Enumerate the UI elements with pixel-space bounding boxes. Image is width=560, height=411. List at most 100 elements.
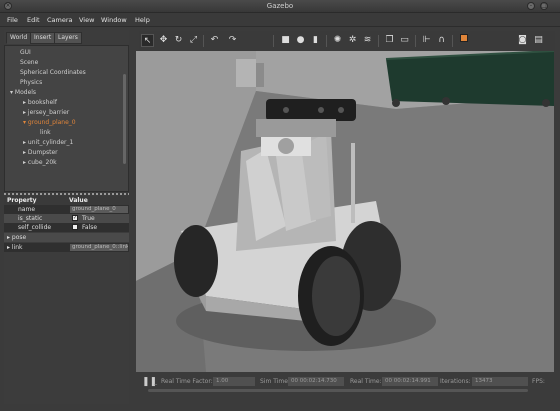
properties-table: Property Value name ground_plane_0 is_st… [4,196,129,256]
left-panel: World Insert Layers GUI Scene Spherical … [4,30,129,404]
tree-scrollbar[interactable] [123,74,126,164]
cylinder-icon[interactable]: ▮ [309,34,322,47]
maximize-window-button[interactable]: □ [540,2,548,10]
camera-lens [338,107,344,113]
camera-lens [318,107,324,113]
antenna-pole [351,143,355,223]
wheel-hub [312,256,360,336]
dumpster-wheel [392,99,400,107]
rotate-icon[interactable]: ↻ [172,34,185,47]
fps-label: FPS: [532,378,545,385]
scale-icon[interactable]: ⤢ [187,34,200,47]
iterations-label: Iterations: [440,378,471,385]
panel-splitter[interactable] [4,193,129,195]
step-label[interactable]: _ [154,378,157,385]
tree-item-ground-plane[interactable]: ▾ ground_plane_0 [23,119,76,126]
property-row-is-static[interactable]: is_static ✓ True [4,214,129,223]
tab-insert[interactable]: Insert [30,32,56,44]
world-tree: GUI Scene Spherical Coordinates Physics … [4,45,129,192]
undo-icon[interactable]: ↶ [208,34,221,47]
tab-world[interactable]: World [6,32,32,44]
tab-layers[interactable]: Layers [54,32,82,44]
tree-item-cube[interactable]: ▸ cube_20k [23,159,57,166]
pose-expander[interactable]: ▸ pose [7,234,26,241]
align-icon[interactable]: ⊩ [420,34,433,47]
property-name: self_collide [18,224,52,231]
tree-item-spherical-coordinates[interactable]: Spherical Coordinates [20,69,86,76]
screenshot-icon[interactable]: ◙ [516,34,529,47]
bookshelf-side [256,63,264,87]
tree-item-label: bookshelf [27,99,57,106]
tree-item-physics[interactable]: Physics [20,79,42,86]
camera-lens [283,107,289,113]
tree-item-jersey-barrier[interactable]: ▸ jersey_barrier [23,109,69,116]
tree-item-models[interactable]: ▾ Models [10,89,36,96]
toolbar-separator [326,35,327,47]
copy-icon[interactable]: ❐ [383,34,396,47]
tree-item-unit-cylinder[interactable]: ▸ unit_cylinder_1 [23,139,73,146]
box-icon[interactable]: ■ [279,34,292,47]
is-static-checkbox[interactable]: ✓ [72,215,78,221]
menu-bar: File Edit Camera View Window Help [0,13,560,27]
property-row-self-collide[interactable]: self_collide False [4,223,129,232]
translate-icon[interactable]: ✥ [157,34,170,47]
link-expander[interactable]: ▸ link [7,244,23,251]
dumpster-model [386,51,554,106]
tree-item-label: jersey_barrier [27,109,70,116]
tree-item-link[interactable]: link [40,129,51,136]
rtf-value: 1.00 [213,377,255,386]
menu-file[interactable]: File [7,16,18,24]
toolbar-separator [203,35,204,47]
property-row-pose[interactable]: ▸ pose [4,233,129,242]
property-value-field[interactable]: ground_plane_0 [70,206,128,213]
iterations-value: 13473 [472,377,528,386]
tree-item-label: cube_20k [27,159,57,166]
tree-models-label: Models [14,89,37,96]
spot-light-icon[interactable]: ✲ [346,34,359,47]
property-name: name [18,206,36,213]
view-angle-icon[interactable] [457,34,470,47]
minimize-window-button[interactable]: - [527,2,535,10]
panel-tabs: World Insert Layers [4,30,129,44]
snap-icon[interactable]: ∩ [435,34,448,47]
property-value: True [82,215,95,222]
tree-item-dumpster[interactable]: ▸ Dumpster [23,149,58,156]
menu-edit[interactable]: Edit [27,16,40,24]
scene-render [136,51,554,372]
property-row-link[interactable]: ▸ link ground_plane_0::link [4,243,129,252]
sphere-icon[interactable]: ● [294,34,307,47]
toolbar-separator [415,35,416,47]
tree-item-label: ground_plane_0 [27,119,76,126]
self-collide-checkbox[interactable] [72,224,78,230]
tree-item-gui[interactable]: GUI [20,49,31,56]
real-time-value: 00 00:02:14.991 [382,377,438,386]
toolbar-separator [378,35,379,47]
viewport-scrollbar[interactable] [148,389,528,392]
toolbar-separator [273,35,274,47]
redo-icon[interactable]: ↷ [226,34,239,47]
property-value-field[interactable]: ground_plane_0::link [70,244,128,251]
select-arrow-icon[interactable]: ↖ [141,34,154,47]
pause-icon[interactable]: ❚❚ [142,377,157,387]
toolbar-separator [452,35,453,47]
menu-view[interactable]: View [79,16,94,24]
wheel-front-left [174,225,218,297]
point-light-icon[interactable]: ✺ [331,34,344,47]
tree-item-scene[interactable]: Scene [20,59,38,66]
directional-light-icon[interactable]: ≋ [361,34,374,47]
scene-viewport[interactable] [136,51,554,372]
menu-window[interactable]: Window [101,16,127,24]
record-icon[interactable]: ▤ [532,34,545,47]
properties-header: Property Value [4,196,129,205]
status-bar: ❚❚ _ Real Time Factor: 1.00 Sim Time: 00… [136,372,554,396]
menu-help[interactable]: Help [135,16,150,24]
sim-time-value: 00 00:02:14.730 [288,377,344,386]
tree-item-bookshelf[interactable]: ▸ bookshelf [23,99,57,106]
property-row-name[interactable]: name ground_plane_0 [4,205,129,214]
paste-icon[interactable]: ▭ [398,34,411,47]
camera-mount [256,119,336,137]
menu-camera[interactable]: Camera [47,16,73,24]
real-time-label: Real Time: [350,378,382,385]
tower-knob [278,138,294,154]
property-name: pose [11,234,27,241]
